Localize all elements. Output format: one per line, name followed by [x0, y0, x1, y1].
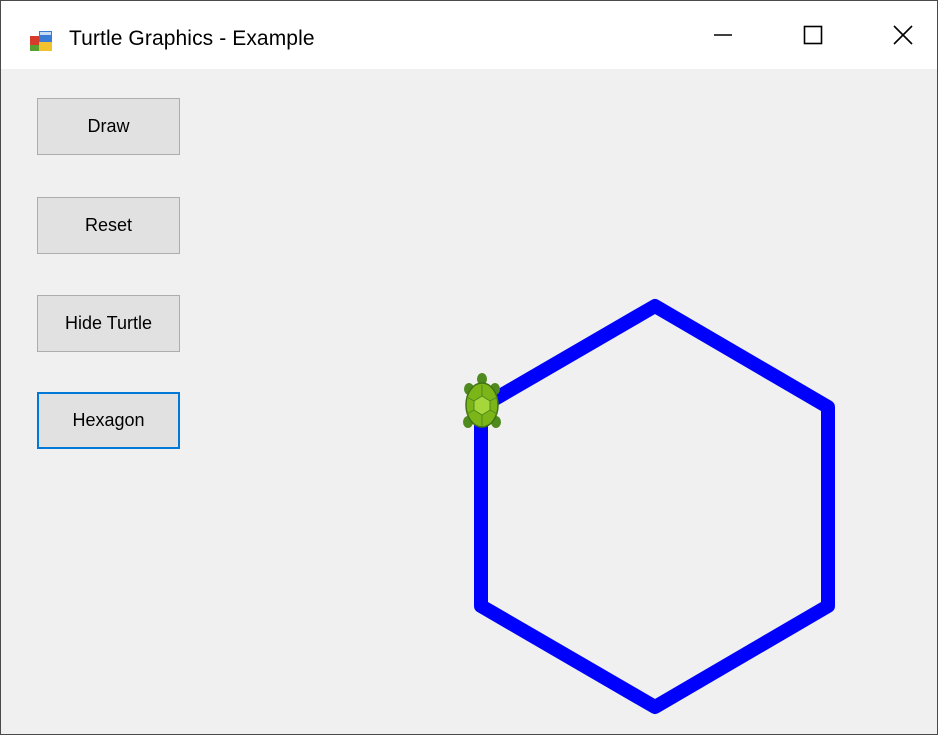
draw-button[interactable]: Draw: [37, 98, 180, 155]
maximize-button[interactable]: [767, 1, 859, 69]
minimize-icon: [714, 34, 732, 36]
close-icon: [893, 25, 913, 45]
window-title: Turtle Graphics - Example: [69, 27, 315, 50]
reset-button[interactable]: Reset: [37, 197, 180, 254]
app-window: Turtle Graphics - Example Draw Reset Hid…: [0, 0, 938, 735]
windows-forms-app-icon[interactable]: [29, 30, 53, 52]
hexagon-button[interactable]: Hexagon: [37, 392, 180, 449]
close-button[interactable]: [857, 1, 937, 69]
turtle-icon: [463, 373, 501, 428]
title-bar[interactable]: Turtle Graphics - Example: [1, 1, 937, 69]
form-client-area: Draw Reset Hide Turtle Hexagon: [1, 69, 937, 734]
maximize-icon: [803, 25, 823, 45]
hide-turtle-button[interactable]: Hide Turtle: [37, 295, 180, 352]
minimize-button[interactable]: [677, 1, 769, 69]
hexagon-path: [474, 299, 835, 714]
